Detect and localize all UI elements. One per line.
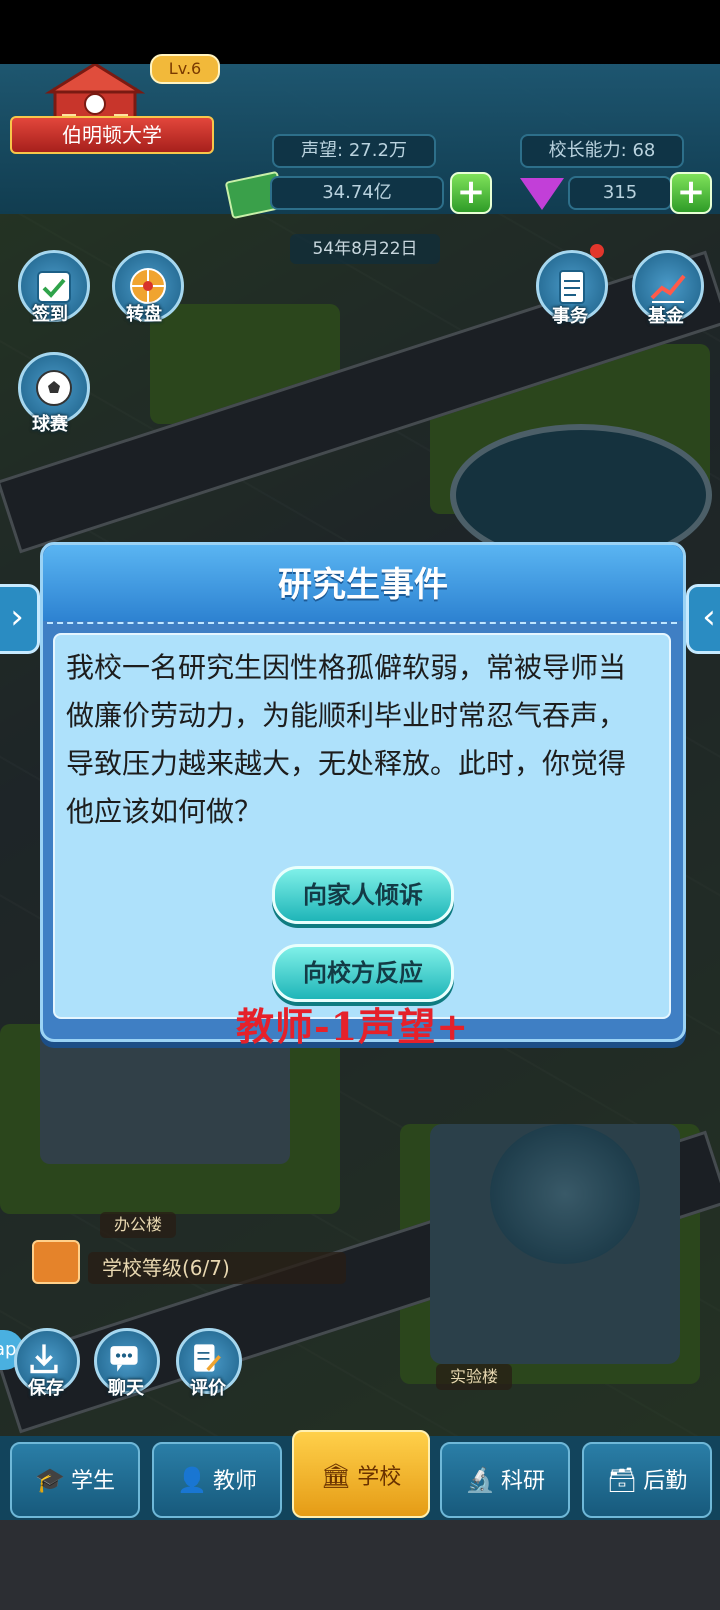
reputation-label: 声望:	[301, 140, 344, 161]
fund-label: 基金	[648, 306, 684, 327]
tab-research-label: 科研	[500, 1469, 545, 1494]
dialog-divider	[47, 622, 677, 624]
tab-teachers-label: 教师	[212, 1469, 257, 1494]
school-level-badge: Lv.6	[150, 54, 220, 84]
left-arrow-button[interactable]: ›	[0, 584, 40, 654]
reputation-display: 声望: 27.2万	[272, 134, 436, 168]
option-tell-family-button[interactable]: 向家人倾诉	[272, 866, 454, 924]
soccer-ball-icon	[36, 370, 72, 406]
tab-school[interactable]: 🏛 学校	[292, 1430, 430, 1518]
building-columns-icon: 🏛	[320, 1462, 352, 1490]
principal-ability-value: 68	[632, 140, 656, 161]
reputation-value: 27.2万	[348, 140, 407, 161]
money-display: 34.74亿	[270, 176, 444, 210]
download-icon	[30, 1344, 58, 1374]
school-level-progress[interactable]: 学校等级(6/7)	[88, 1252, 346, 1284]
review-label: 评价	[190, 1378, 226, 1399]
graduation-cap-icon: 🎓	[35, 1466, 65, 1494]
medical-kit-icon: 🗃	[606, 1466, 638, 1494]
clipboard-icon	[559, 270, 585, 304]
office-label[interactable]: 办公楼	[100, 1212, 177, 1238]
dialog-title: 研究生事件	[278, 565, 448, 605]
chat-label: 聊天	[108, 1378, 144, 1399]
mailbox-icon[interactable]	[32, 1240, 80, 1284]
principal-ability-display: 校长能力: 68	[520, 134, 684, 168]
checkin-label: 签到	[32, 304, 68, 325]
right-arrow-button[interactable]: ‹	[686, 584, 720, 654]
save-label: 保存	[28, 1378, 64, 1399]
match-label: 球赛	[32, 414, 68, 435]
tab-research[interactable]: 🔬 科研	[440, 1442, 570, 1518]
tab-school-label: 学校	[357, 1465, 402, 1490]
tab-students-label: 学生	[70, 1469, 115, 1494]
edit-document-icon	[194, 1344, 221, 1372]
dialog-message: 我校一名研究生因性格孤僻软弱，常被导师当做廉价劳动力，为能顺利毕业时常忍气吞声，…	[66, 651, 627, 828]
person-icon: 👤	[177, 1466, 207, 1494]
tab-logistics-label: 后勤	[643, 1469, 688, 1494]
tab-logistics[interactable]: 🗃 后勤	[582, 1442, 712, 1518]
gem-display: 315	[568, 176, 672, 210]
lab-label[interactable]: 实验楼	[436, 1364, 513, 1390]
add-money-button[interactable]: +	[450, 172, 492, 214]
wheel-label: 转盘	[126, 304, 162, 325]
chat-bubble-icon	[110, 1346, 138, 1372]
tab-students[interactable]: 🎓 学生	[10, 1442, 140, 1518]
system-footer	[0, 1520, 720, 1610]
tab-teachers[interactable]: 👤 教师	[152, 1442, 282, 1518]
school-name[interactable]: 伯明顿大学	[10, 116, 214, 154]
microscope-icon: 🔬	[465, 1466, 495, 1494]
notification-dot	[590, 244, 604, 258]
affairs-label: 事务	[552, 306, 588, 327]
principal-ability-label: 校长能力:	[548, 140, 627, 161]
add-gem-button[interactable]: +	[670, 172, 712, 214]
option-report-school-button[interactable]: 向校方反应	[272, 944, 454, 1002]
chart-up-icon	[650, 274, 686, 303]
handwritten-note: 教师-1声望+	[236, 1004, 470, 1049]
game-date: 54年8月22日	[290, 234, 440, 264]
gem-icon	[520, 178, 564, 210]
